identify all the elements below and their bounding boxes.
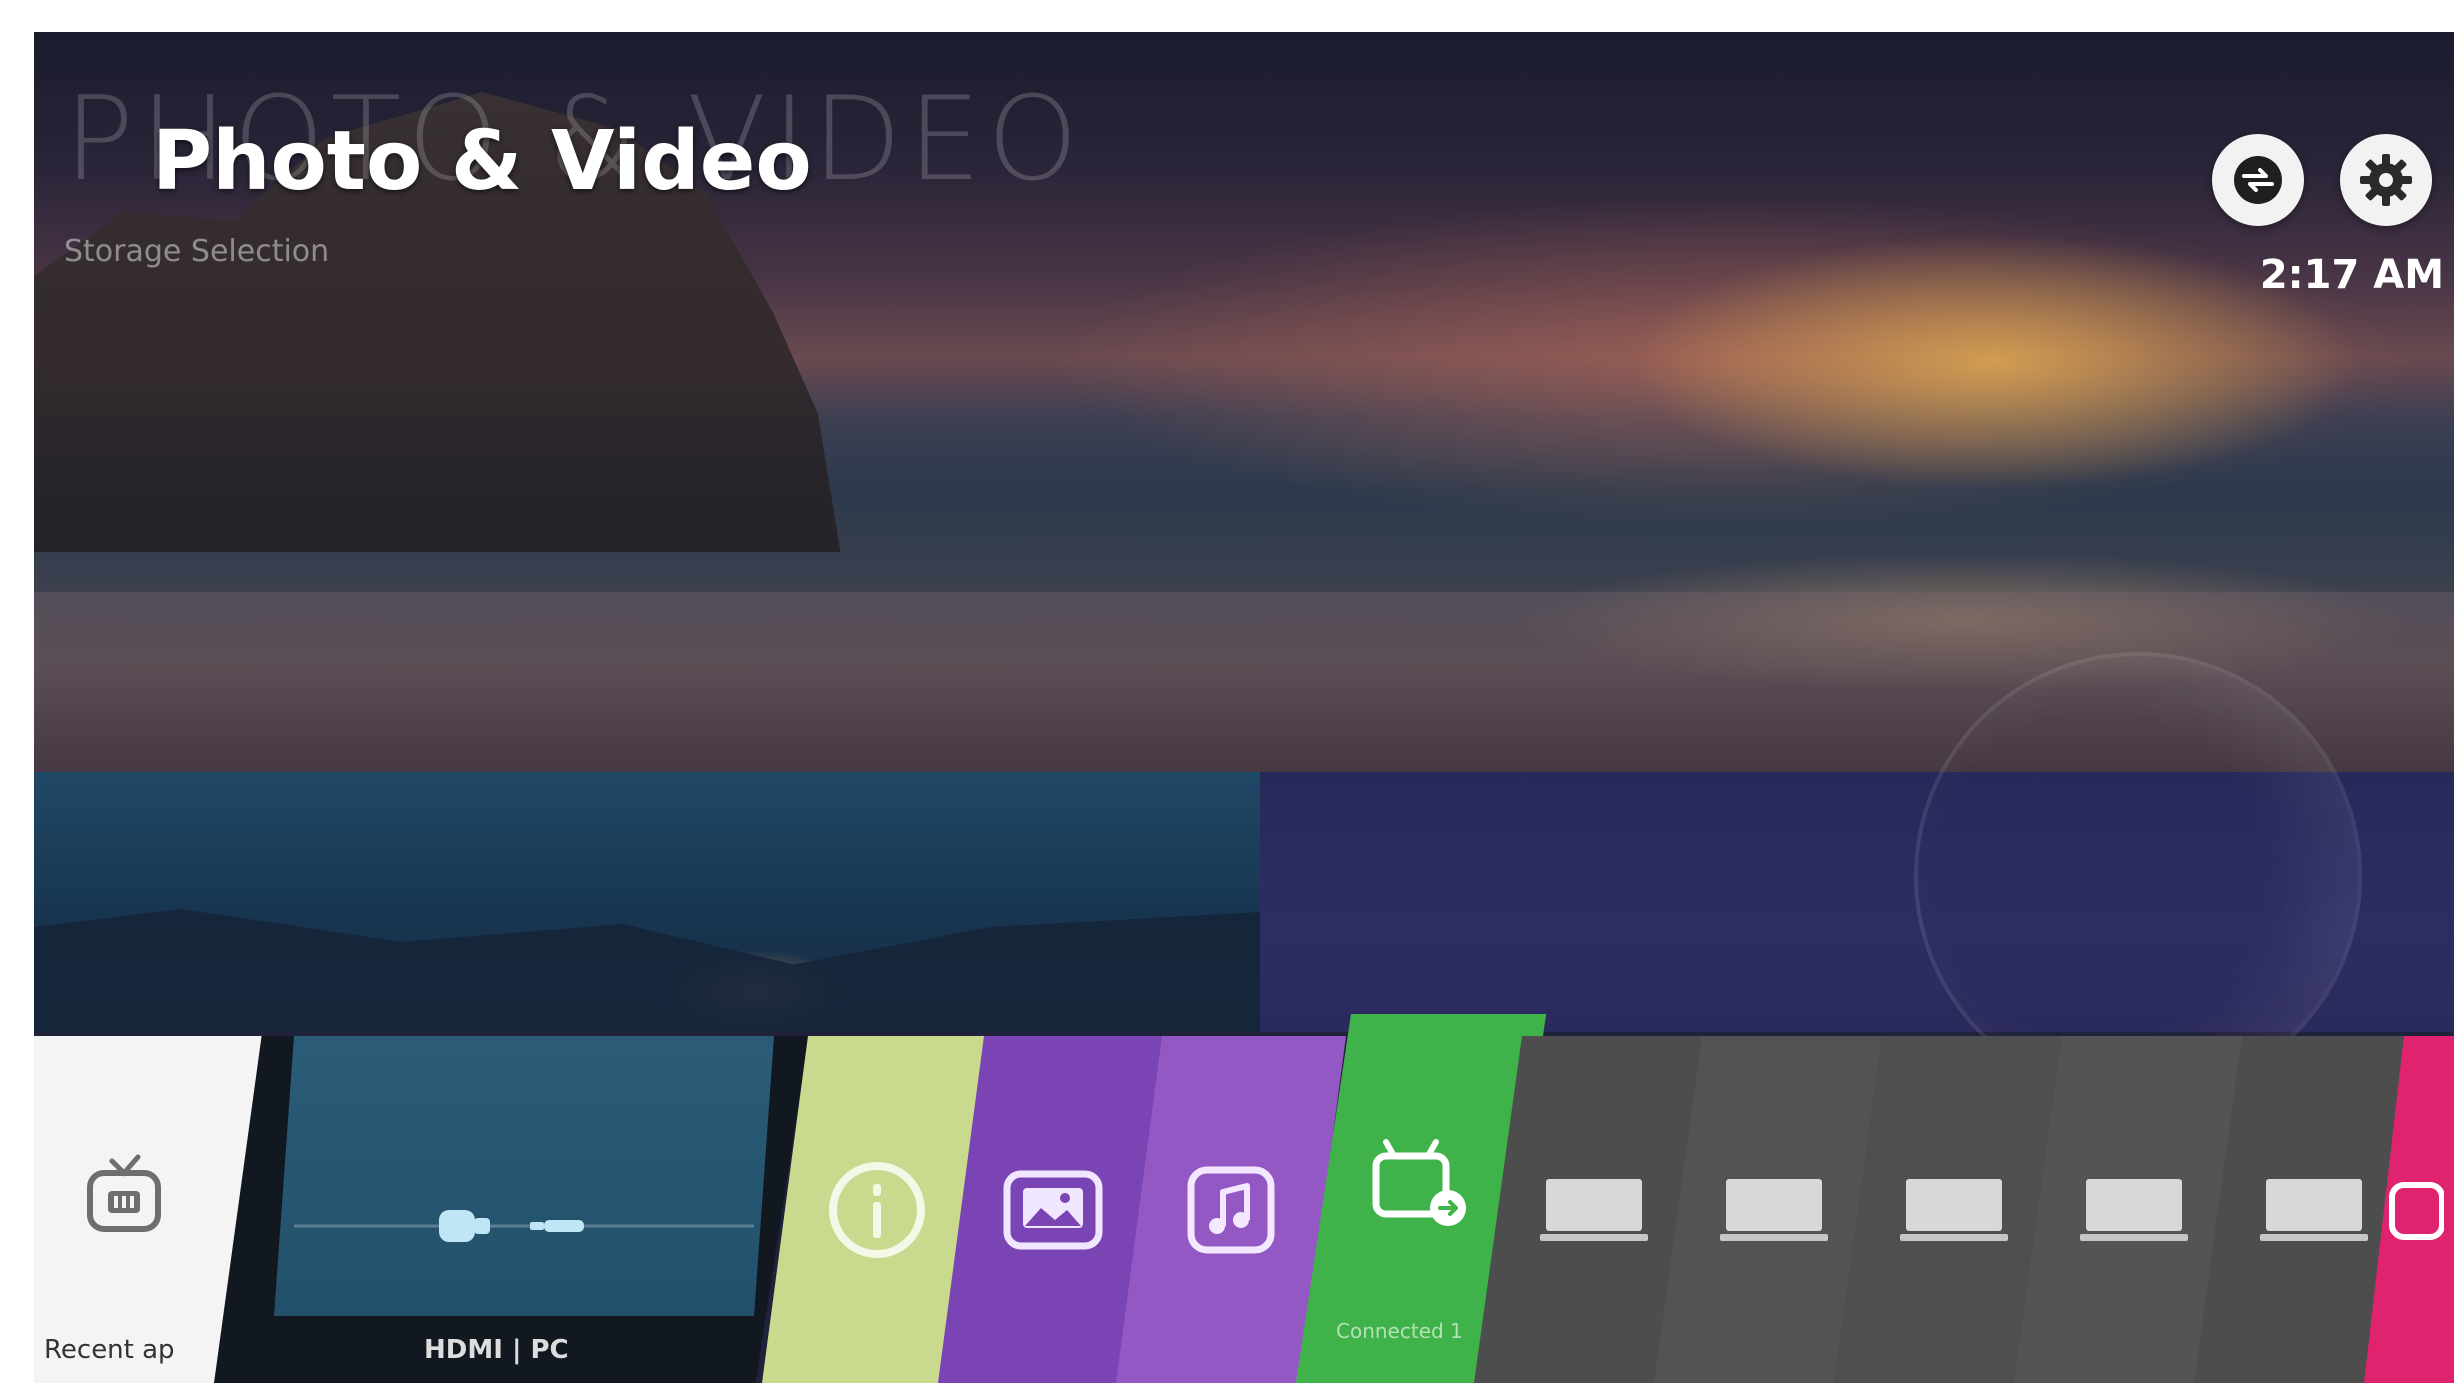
recent-apps-label: Recent ap — [44, 1335, 175, 1365]
media-storage-icon — [1372, 1138, 1466, 1226]
page-title: Photo & Video — [152, 114, 812, 209]
input-switch-icon — [2234, 156, 2282, 204]
photo-icon — [1003, 1170, 1103, 1249]
info-icon — [829, 1161, 925, 1258]
music-icon — [1187, 1166, 1275, 1253]
banner-left — [34, 772, 1260, 1032]
laptop-icon — [2080, 1178, 2188, 1241]
laptop-icon — [2260, 1178, 2368, 1241]
tv-screen: PHOTO & VIDEO Photo & Video Storage Sele… — [34, 32, 2454, 1383]
hdmi-preview — [274, 1036, 774, 1316]
app-icon — [2389, 1181, 2444, 1240]
tv-icon — [87, 1154, 161, 1232]
laptop-icon — [1540, 1178, 1648, 1241]
input-switch-button[interactable] — [2212, 134, 2304, 226]
hdmi-pc-label: HDMI | PC — [424, 1335, 569, 1365]
hdmi-pc-tile[interactable]: HDMI | PC — [214, 1036, 809, 1383]
laptop-icon — [1720, 1178, 1828, 1241]
launcher-bar: Recent ap HDMI | PC Connected 1 — [34, 1008, 2454, 1383]
page-subtitle: Storage Selection — [64, 234, 330, 269]
clock: 2:17 AM — [2259, 252, 2444, 298]
settings-button[interactable] — [2340, 134, 2432, 226]
gear-icon — [2360, 154, 2412, 206]
media-storage-label: Connected 1 — [1336, 1319, 1463, 1343]
plug-icon — [294, 1210, 754, 1242]
laptop-icon — [1900, 1178, 2008, 1241]
